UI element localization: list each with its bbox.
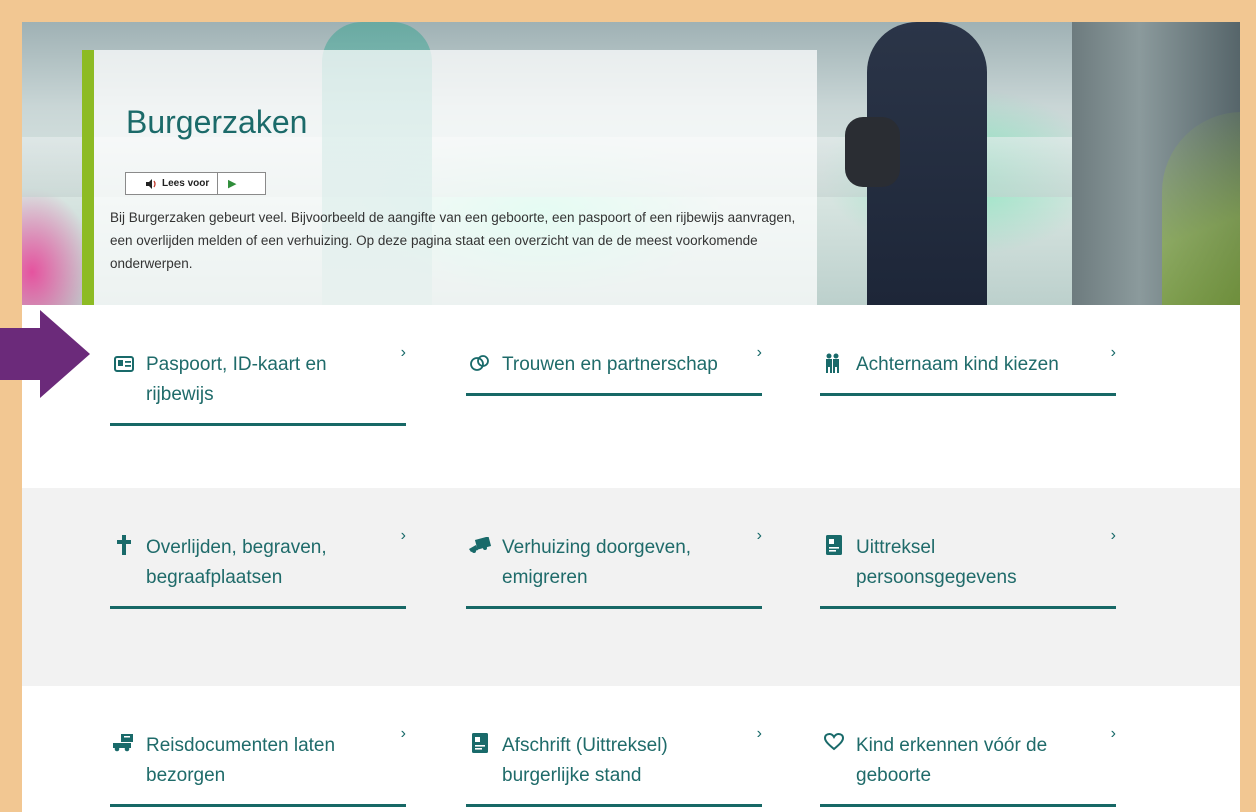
read-aloud-label: Lees voor bbox=[162, 178, 210, 189]
tile-reisdocumenten[interactable]: Reisdocumenten laten bezorgen › bbox=[110, 725, 406, 807]
tile-trouwen[interactable]: Trouwen en partnerschap › bbox=[466, 344, 762, 396]
read-aloud-button[interactable]: Lees voor bbox=[126, 173, 219, 194]
tile-label: Overlijden, begraven, begraafplaatsen bbox=[146, 537, 327, 588]
chevron-right-icon: › bbox=[400, 725, 406, 742]
tile-label: Achternaam kind kiezen bbox=[856, 354, 1059, 375]
tile-label: Verhuizing doorgeven, emigreren bbox=[502, 537, 692, 588]
chevron-right-icon: › bbox=[756, 344, 762, 361]
chevron-right-icon: › bbox=[756, 527, 762, 544]
document-icon bbox=[826, 535, 842, 555]
chevron-right-icon: › bbox=[1110, 527, 1116, 544]
tile-paspoort[interactable]: Paspoort, ID-kaart en rijbewijs › bbox=[110, 344, 406, 426]
speaker-icon bbox=[146, 178, 156, 189]
id-card-icon bbox=[114, 356, 134, 372]
play-button[interactable]: ▶ bbox=[218, 173, 246, 194]
page-title: Burgerzaken bbox=[126, 104, 308, 140]
tile-label: Trouwen en partnerschap bbox=[502, 354, 718, 375]
tile-afschrift[interactable]: Afschrift (Uittreksel) burgerlijke stand… bbox=[466, 725, 762, 807]
tile-label: Kind erkennen vóór de geboorte bbox=[856, 735, 1048, 786]
chevron-right-icon: › bbox=[756, 725, 762, 742]
rings-icon bbox=[470, 355, 489, 371]
tile-achternaam[interactable]: Achternaam kind kiezen › bbox=[820, 344, 1116, 396]
hero-banner: Burgerzaken Lees voor ▶ Bij Burgerzaken … bbox=[22, 22, 1240, 305]
annotation-arrow-icon bbox=[0, 310, 90, 398]
tile-label: Uittreksel persoonsgegevens bbox=[856, 537, 1017, 588]
cross-icon bbox=[117, 535, 131, 555]
tile-label: Afschrift (Uittreksel) burgerlijke stand bbox=[502, 735, 668, 786]
chevron-right-icon: › bbox=[400, 344, 406, 361]
heart-icon bbox=[823, 733, 845, 751]
tile-verhuizing[interactable]: Verhuizing doorgeven, emigreren › bbox=[466, 527, 762, 609]
tile-uittreksel-persoonsgegevens[interactable]: Uittreksel persoonsgegevens › bbox=[820, 527, 1116, 609]
chevron-right-icon: › bbox=[400, 527, 406, 544]
hero-bag bbox=[845, 117, 900, 187]
document-icon bbox=[472, 733, 488, 753]
delivery-icon bbox=[113, 734, 133, 752]
play-icon: ▶ bbox=[228, 178, 237, 190]
moving-truck-icon bbox=[469, 537, 492, 553]
intro-text: Bij Burgerzaken gebeurt veel. Bijvoorbee… bbox=[110, 210, 796, 271]
chevron-right-icon: › bbox=[1110, 344, 1116, 361]
tile-label: Reisdocumenten laten bezorgen bbox=[146, 735, 336, 786]
tile-kind-erkennen[interactable]: Kind erkennen vóór de geboorte › bbox=[820, 725, 1116, 807]
read-aloud-widget[interactable]: Lees voor ▶ bbox=[125, 172, 266, 195]
tile-label: Paspoort, ID-kaart en rijbewijs bbox=[146, 354, 327, 405]
family-icon bbox=[826, 353, 839, 373]
chevron-right-icon: › bbox=[1110, 725, 1116, 742]
tile-overlijden[interactable]: Overlijden, begraven, begraafplaatsen › bbox=[110, 527, 406, 609]
page-frame: Burgerzaken Lees voor ▶ Bij Burgerzaken … bbox=[22, 22, 1240, 812]
